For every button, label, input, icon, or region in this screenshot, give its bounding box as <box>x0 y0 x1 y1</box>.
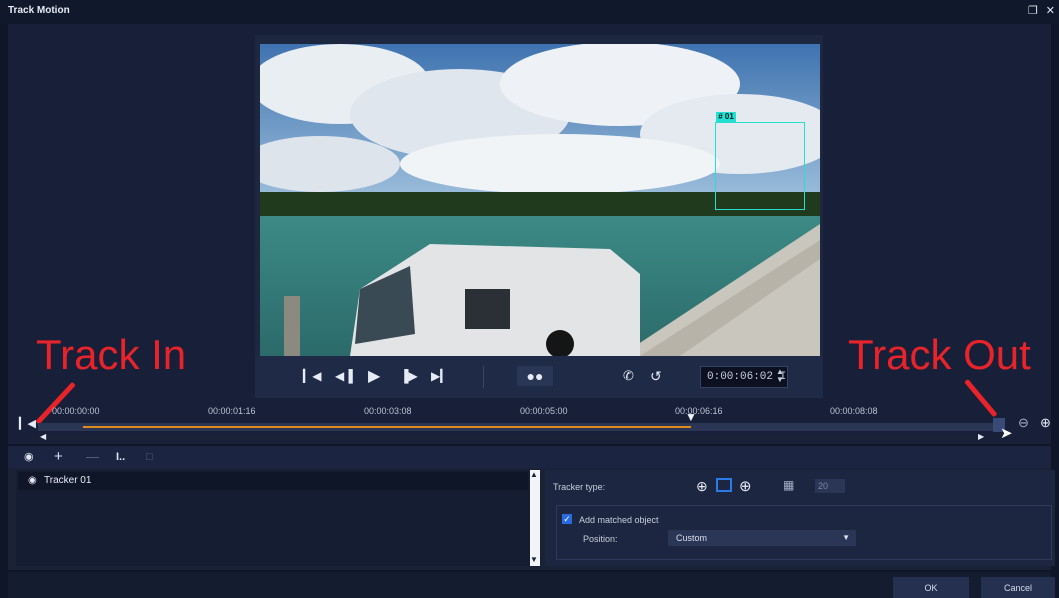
scroll-left-icon[interactable]: ◀ <box>40 432 46 441</box>
playhead-handle[interactable]: ▼ <box>685 410 697 424</box>
ok-button[interactable]: OK <box>893 577 969 598</box>
size-field[interactable]: 20 <box>815 479 845 493</box>
add-matched-object-checkbox[interactable]: ✓ <box>562 514 572 524</box>
tracker-tag: # 01 <box>716 112 736 122</box>
tracker-icon[interactable]: ◉ <box>24 451 34 463</box>
play-button[interactable]: ▶ <box>368 366 380 386</box>
tracker-toolbar <box>8 446 1051 468</box>
export-icon[interactable]: □ <box>146 451 153 463</box>
controls-divider <box>483 366 484 388</box>
previous-frame-button[interactable]: ◀▐ <box>335 366 353 386</box>
tracker-region[interactable] <box>715 122 805 210</box>
mouse-cursor: ➤ <box>1000 425 1013 442</box>
scroll-down-icon[interactable]: ▼ <box>530 555 538 564</box>
go-to-end-button[interactable]: ▶▎ <box>431 366 449 386</box>
track-in-marker-icon[interactable]: ▎◀ <box>19 417 36 430</box>
go-to-start-button[interactable]: ▎◀ <box>303 366 321 386</box>
next-frame-button[interactable]: ▐▶ <box>400 366 418 386</box>
point-tracker-icon[interactable]: ⊕ <box>696 478 708 495</box>
chevron-down-icon: ▼ <box>842 533 850 542</box>
position-value: Custom <box>676 533 708 543</box>
zoom-in-icon[interactable]: ⊕ <box>1040 415 1051 431</box>
cancel-button[interactable]: Cancel <box>981 577 1055 598</box>
tracker-item-label: Tracker 01 <box>44 475 92 486</box>
tick-label: 00:00:03:08 <box>364 406 412 416</box>
close-icon[interactable]: ✕ <box>1046 4 1055 17</box>
timecode-spinner[interactable]: ▲ ▼ <box>776 368 784 384</box>
add-icon[interactable]: + <box>54 449 63 464</box>
phone-icon[interactable]: ✆ <box>623 366 634 386</box>
tick-label: 00:00:01:16 <box>208 406 256 416</box>
track-out-annotation: Track Out <box>848 331 1031 378</box>
tick-label: 00:00:05:00 <box>520 406 568 416</box>
zoom-out-icon[interactable]: ⊖ <box>1018 415 1029 431</box>
tick-label: 00:00:06:16 <box>675 406 723 416</box>
track-in-annotation: Track In <box>36 331 187 378</box>
multi-point-tracker-icon[interactable]: ⊕ <box>739 477 752 495</box>
track-motion-button[interactable]: ●● <box>517 366 553 386</box>
timecode-field[interactable]: 0:00:06:02 I <box>700 366 788 388</box>
window-title: Track Motion <box>8 5 70 16</box>
scroll-right-icon[interactable]: ▶ <box>978 432 984 441</box>
tick-label: 00:00:00:00 <box>52 406 100 416</box>
add-matched-object-label: Add matched object <box>579 515 659 525</box>
scroll-up-icon[interactable]: ▲ <box>530 470 538 479</box>
tracked-range <box>83 426 691 428</box>
list-item[interactable]: ◉ Tracker 01 <box>18 472 528 490</box>
history-icon[interactable]: ↺ <box>650 366 662 386</box>
tracker-list-scrollbar[interactable] <box>530 470 540 566</box>
tracker-item-icon: ◉ <box>28 475 37 486</box>
tracker-type-label: Tracker type: <box>553 482 606 492</box>
area-tracker-icon[interactable] <box>716 478 732 492</box>
tick-label: 00:00:08:08 <box>830 406 878 416</box>
restore-icon[interactable]: ❐ <box>1028 4 1038 17</box>
position-dropdown[interactable]: Custom ▼ <box>668 530 856 546</box>
rename-icon[interactable]: I.. <box>116 451 125 463</box>
remove-icon[interactable]: — <box>86 450 99 463</box>
mosaic-icon[interactable]: ▦ <box>783 478 794 492</box>
title-bar: Track Motion ❐ ✕ <box>0 0 1059 24</box>
position-label: Position: <box>583 534 618 544</box>
timeline-scrollbar[interactable] <box>38 436 983 440</box>
